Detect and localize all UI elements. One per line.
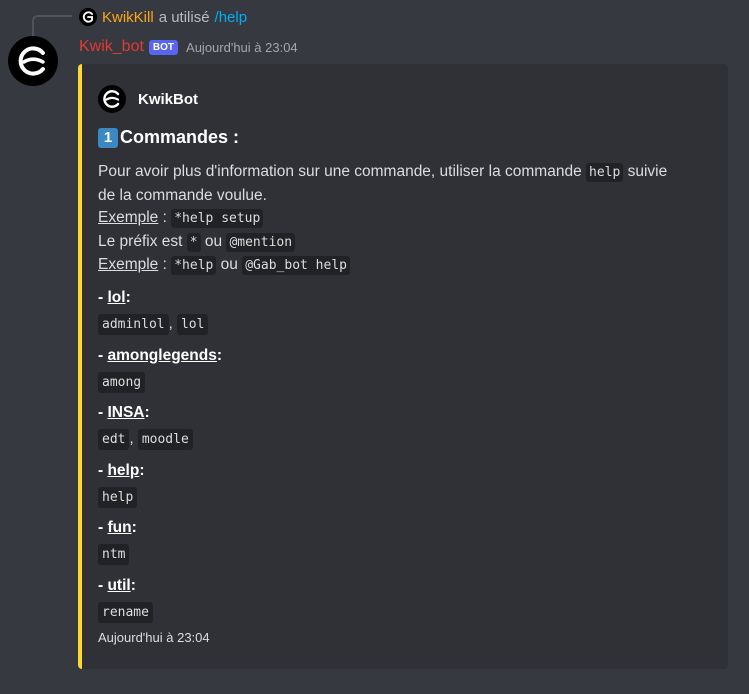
embed-author-name: KwikBot [138, 90, 198, 108]
embed-field: - util: rename [98, 575, 153, 624]
message-header: Kwik_bot BOT Aujourd'hui à 23:04 [79, 36, 298, 58]
bot-avatar-g-logo-icon[interactable] [8, 36, 58, 86]
field-name-suffix: : [139, 461, 145, 479]
command-code: help [98, 486, 138, 508]
desc-text: : [158, 256, 172, 273]
field-name: - INSA: [98, 402, 193, 424]
desc-text: suivie [623, 163, 668, 180]
field-name-suffix: : [130, 576, 136, 594]
author-g-logo-icon [98, 85, 126, 113]
field-value: edt, moodle [98, 428, 193, 451]
desc-text: : [158, 209, 172, 226]
inline-code: help [586, 163, 624, 182]
command-code: edt [98, 429, 130, 450]
field-name-suffix: : [216, 346, 223, 364]
command-code: rename [98, 601, 153, 623]
desc-text: de la commande voulue. [98, 186, 267, 204]
desc-text: ou [216, 256, 243, 273]
command-code: ntm [98, 544, 130, 565]
embed-title: 1 Commandes : [98, 127, 239, 148]
desc-text: ou [200, 232, 227, 250]
field-value: rename [98, 601, 153, 624]
command-code: lol [176, 314, 209, 335]
field-name-label: INSA [107, 404, 145, 421]
field-name-label: util [107, 576, 131, 594]
desc-text: Le préfix est [98, 232, 187, 250]
field-name-suffix: : [125, 289, 131, 306]
example-label: Exemple [98, 256, 159, 273]
field-name-label: amonglegends [107, 346, 217, 364]
field-name-suffix: : [131, 519, 137, 536]
field-name: - help: [98, 460, 145, 482]
bot-badge: BOT [148, 39, 179, 55]
embed-author: KwikBot [98, 85, 198, 113]
embed-description: Pour avoir plus d'information sur une co… [98, 161, 710, 278]
field-value: ntm [98, 543, 137, 566]
embed-field: - INSA: edt, moodle [98, 402, 193, 451]
field-name-suffix: : [144, 404, 150, 421]
example-label: Exemple [98, 209, 159, 226]
message-timestamp: Aujourd'hui à 23:04 [186, 39, 298, 55]
field-name: - amonglegends: [98, 345, 222, 367]
inline-code: @mention [226, 232, 296, 252]
embed: KwikBot 1 Commandes : Pour avoir plus d'… [78, 64, 728, 669]
field-name-label: help [107, 461, 140, 479]
field-value: adminlol, lol [98, 313, 209, 336]
embed-footer: Aujourd'hui à 23:04 [98, 630, 210, 645]
command-code: among [98, 371, 146, 393]
inline-code: @Gab_bot help [242, 256, 350, 275]
inline-code: * [186, 232, 201, 252]
command-code: moodle [137, 429, 193, 450]
inline-code: *help [171, 256, 217, 275]
command-code: adminlol [98, 314, 169, 335]
reply-context[interactable]: KwikKill a utilisé /help [79, 7, 247, 27]
reply-connector [32, 15, 72, 37]
field-value: among [98, 371, 222, 394]
inline-code: *help setup [171, 209, 264, 228]
reply-command-link[interactable]: /help [215, 9, 248, 26]
reply-avatar-g-logo-icon[interactable] [79, 8, 97, 26]
field-name-label: lol [107, 289, 126, 306]
embed-field: - amonglegends: among [98, 345, 222, 394]
embed-field: - fun: ntm [98, 517, 137, 566]
value-separator: , [168, 315, 177, 332]
field-name: - lol: [98, 287, 208, 309]
reply-action-text: a utilisé [158, 8, 210, 26]
field-name: - fun: [98, 517, 137, 539]
embed-field: - help: help [98, 460, 145, 509]
field-value: help [98, 486, 145, 509]
username[interactable]: Kwik_bot [79, 38, 144, 56]
value-separator: , [129, 430, 138, 447]
reply-username[interactable]: KwikKill [102, 9, 154, 26]
keycap-one-icon: 1 [98, 127, 118, 148]
embed-title-text: Commandes : [120, 127, 240, 147]
field-name: - util: [98, 575, 153, 597]
embed-field: - lol: adminlol, lol [98, 287, 209, 336]
field-name-label: fun [107, 519, 132, 536]
desc-text: Pour avoir plus d'information sur une co… [98, 163, 586, 180]
